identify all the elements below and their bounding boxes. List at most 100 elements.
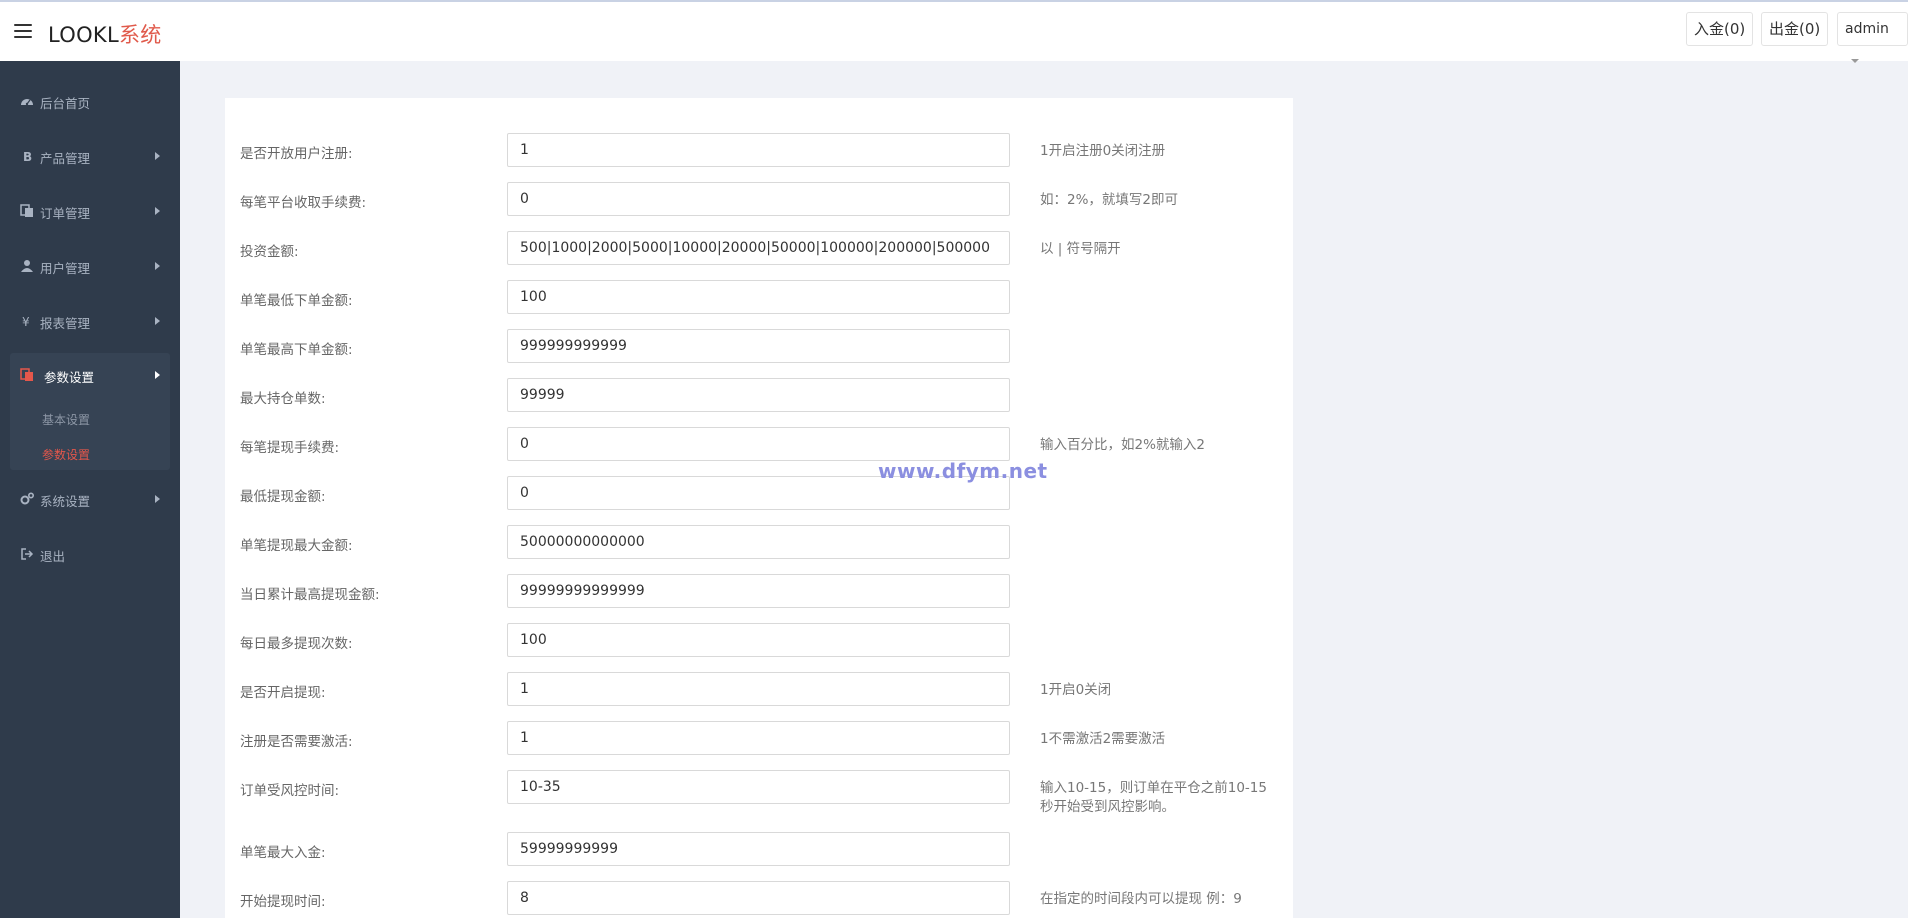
- sidebar-item-dashboard[interactable]: 后台首页: [0, 81, 180, 121]
- sidebar-item-label: 后台首页: [40, 96, 91, 111]
- form-row-daily-withdraw-limit: 当日累计最高提现金额:: [225, 574, 1293, 608]
- yen-icon: ¥: [22, 315, 30, 328]
- caret-right-icon: [155, 207, 160, 215]
- copy-icon: [20, 204, 33, 217]
- field-hint: 1开启注册0关闭注册: [1040, 143, 1166, 159]
- sidebar-group-params: 参数设置 基本设置 参数设置: [10, 353, 170, 470]
- sidebar-item-label: 用户管理: [40, 261, 91, 276]
- sidebar-item-label: 产品管理: [40, 151, 91, 166]
- field-label: 单笔最低下单金额:: [240, 293, 353, 309]
- form-row-max-deposit: 单笔最大入金:: [225, 832, 1293, 866]
- bitcoin-icon: B: [23, 150, 32, 163]
- sidebar: 后台首页 B 产品管理 订单管理 用户管理 ¥ 报表管理 参数设置 基本设置 参…: [0, 61, 180, 918]
- svg-text:B: B: [23, 150, 32, 163]
- withdraw-button[interactable]: 出金(0): [1761, 12, 1829, 46]
- require-activation-input[interactable]: [507, 721, 1010, 755]
- field-label: 订单受风控时间:: [240, 783, 340, 799]
- sidebar-subitem-basic-settings[interactable]: 基本设置: [42, 411, 90, 428]
- daily-withdraw-count-input[interactable]: [507, 623, 1010, 657]
- sidebar-item-label: 系统设置: [40, 494, 91, 509]
- withdraw-fee-input[interactable]: [507, 427, 1010, 461]
- watermark-text: www.dfym.net: [878, 459, 1048, 483]
- field-hint: 输入百分比，如2%就输入2: [1040, 437, 1206, 453]
- field-label: 是否开启提现:: [240, 685, 326, 701]
- investment-amounts-input[interactable]: [507, 231, 1010, 265]
- sidebar-item-users[interactable]: 用户管理: [0, 246, 180, 286]
- field-label: 单笔最大入金:: [240, 845, 326, 861]
- user-icon: [21, 260, 33, 272]
- sidebar-item-label: 参数设置: [44, 370, 95, 385]
- open-registration-input[interactable]: [507, 133, 1010, 167]
- field-hint: 1开启0关闭: [1040, 682, 1112, 698]
- sidebar-item-system[interactable]: 系统设置: [0, 479, 180, 519]
- field-label: 注册是否需要激活:: [240, 734, 353, 750]
- form-row-enable-withdraw: 是否开启提现: 1开启0关闭: [225, 672, 1293, 706]
- sidebar-subitem-param-settings[interactable]: 参数设置: [42, 446, 90, 463]
- field-label: 单笔提现最大金额:: [240, 538, 353, 554]
- field-label: 投资金额:: [240, 244, 299, 260]
- sidebar-item-products[interactable]: B 产品管理: [0, 136, 180, 176]
- sidebar-item-orders[interactable]: 订单管理: [0, 191, 180, 231]
- form-row-investment-amounts: 投资金额: 以 | 符号隔开: [225, 231, 1293, 265]
- platform-fee-input[interactable]: [507, 182, 1010, 216]
- user-name: admin: [1845, 21, 1889, 37]
- form-row-withdraw-start-time: 开始提现时间: 在指定的时间段内可以提现 例：9: [225, 881, 1293, 915]
- svg-text:¥: ¥: [22, 315, 30, 328]
- max-withdraw-input[interactable]: [507, 525, 1010, 559]
- hamburger-menu-icon[interactable]: [14, 24, 32, 38]
- top-header: LOOKL系统 入金(0) 出金(0) admin: [0, 2, 1908, 63]
- form-row-require-activation: 注册是否需要激活: 1不需激活2需要激活: [225, 721, 1293, 755]
- max-deposit-input[interactable]: [507, 832, 1010, 866]
- field-hint: 1不需激活2需要激活: [1040, 731, 1166, 747]
- enable-withdraw-input[interactable]: [507, 672, 1010, 706]
- risk-control-time-input[interactable]: [507, 770, 1010, 804]
- form-row-withdraw-fee: 每笔提现手续费: 输入百分比，如2%就输入2: [225, 427, 1293, 461]
- field-label: 当日累计最高提现金额:: [240, 587, 380, 603]
- field-hint: 在指定的时间段内可以提现 例：9: [1040, 891, 1242, 907]
- field-label: 是否开放用户注册:: [240, 146, 353, 162]
- daily-withdraw-limit-input[interactable]: [507, 574, 1010, 608]
- field-label: 每日最多提现次数:: [240, 636, 353, 652]
- field-hint: 如：2%，就填写2即可: [1040, 192, 1179, 208]
- sign-out-icon: [21, 548, 34, 560]
- sidebar-item-label: 订单管理: [40, 206, 91, 221]
- form-row-min-order: 单笔最低下单金额:: [225, 280, 1293, 314]
- form-row-daily-withdraw-count: 每日最多提现次数:: [225, 623, 1293, 657]
- caret-right-icon: [155, 152, 160, 160]
- form-row-open-registration: 是否开放用户注册: 1开启注册0关闭注册: [225, 133, 1293, 167]
- caret-right-icon: [155, 371, 160, 379]
- user-menu-button[interactable]: admin: [1837, 12, 1908, 63]
- form-row-risk-control-time: 订单受风控时间: 输入10-15，则订单在平仓之前10-15秒开始受到风控影响。: [225, 770, 1293, 815]
- form-row-platform-fee: 每笔平台收取手续费: 如：2%，就填写2即可: [225, 182, 1293, 216]
- cogs-icon: [20, 492, 34, 505]
- field-label: 每笔提现手续费:: [240, 440, 340, 456]
- field-label: 最低提现金额:: [240, 489, 326, 505]
- brand-accent: 系统: [118, 23, 162, 47]
- caret-right-icon: [155, 262, 160, 270]
- brand-main: LOOKL: [48, 23, 119, 47]
- sidebar-item-reports[interactable]: ¥ 报表管理: [0, 301, 180, 341]
- files-icon: [20, 368, 33, 381]
- dashboard-icon: [21, 99, 33, 106]
- field-hint: 以 | 符号隔开: [1040, 241, 1121, 257]
- settings-form-panel: 是否开放用户注册: 1开启注册0关闭注册 每笔平台收取手续费: 如：2%，就填写…: [225, 98, 1293, 918]
- deposit-button[interactable]: 入金(0): [1686, 12, 1754, 46]
- field-label: 单笔最高下单金额:: [240, 342, 353, 358]
- brand-logo: LOOKL系统: [48, 19, 162, 49]
- sidebar-item-params[interactable]: 参数设置: [10, 355, 170, 395]
- form-row-max-withdraw: 单笔提现最大金额:: [225, 525, 1293, 559]
- field-hint: 输入10-15，则订单在平仓之前10-15秒开始受到风控影响。: [1040, 780, 1267, 815]
- sidebar-item-logout[interactable]: 退出: [0, 534, 180, 574]
- field-label: 最大持仓单数:: [240, 391, 326, 407]
- field-label: 开始提现时间:: [240, 894, 326, 910]
- caret-right-icon: [155, 495, 160, 503]
- min-order-amount-input[interactable]: [507, 280, 1010, 314]
- form-row-max-order: 单笔最高下单金额:: [225, 329, 1293, 363]
- max-order-amount-input[interactable]: [507, 329, 1010, 363]
- caret-right-icon: [155, 317, 160, 325]
- form-row-max-positions: 最大持仓单数:: [225, 378, 1293, 412]
- withdraw-start-time-input[interactable]: [507, 881, 1010, 915]
- max-positions-input[interactable]: [507, 378, 1010, 412]
- form-row-min-withdraw: 最低提现金额:: [225, 476, 1293, 510]
- sidebar-item-label: 报表管理: [40, 316, 91, 331]
